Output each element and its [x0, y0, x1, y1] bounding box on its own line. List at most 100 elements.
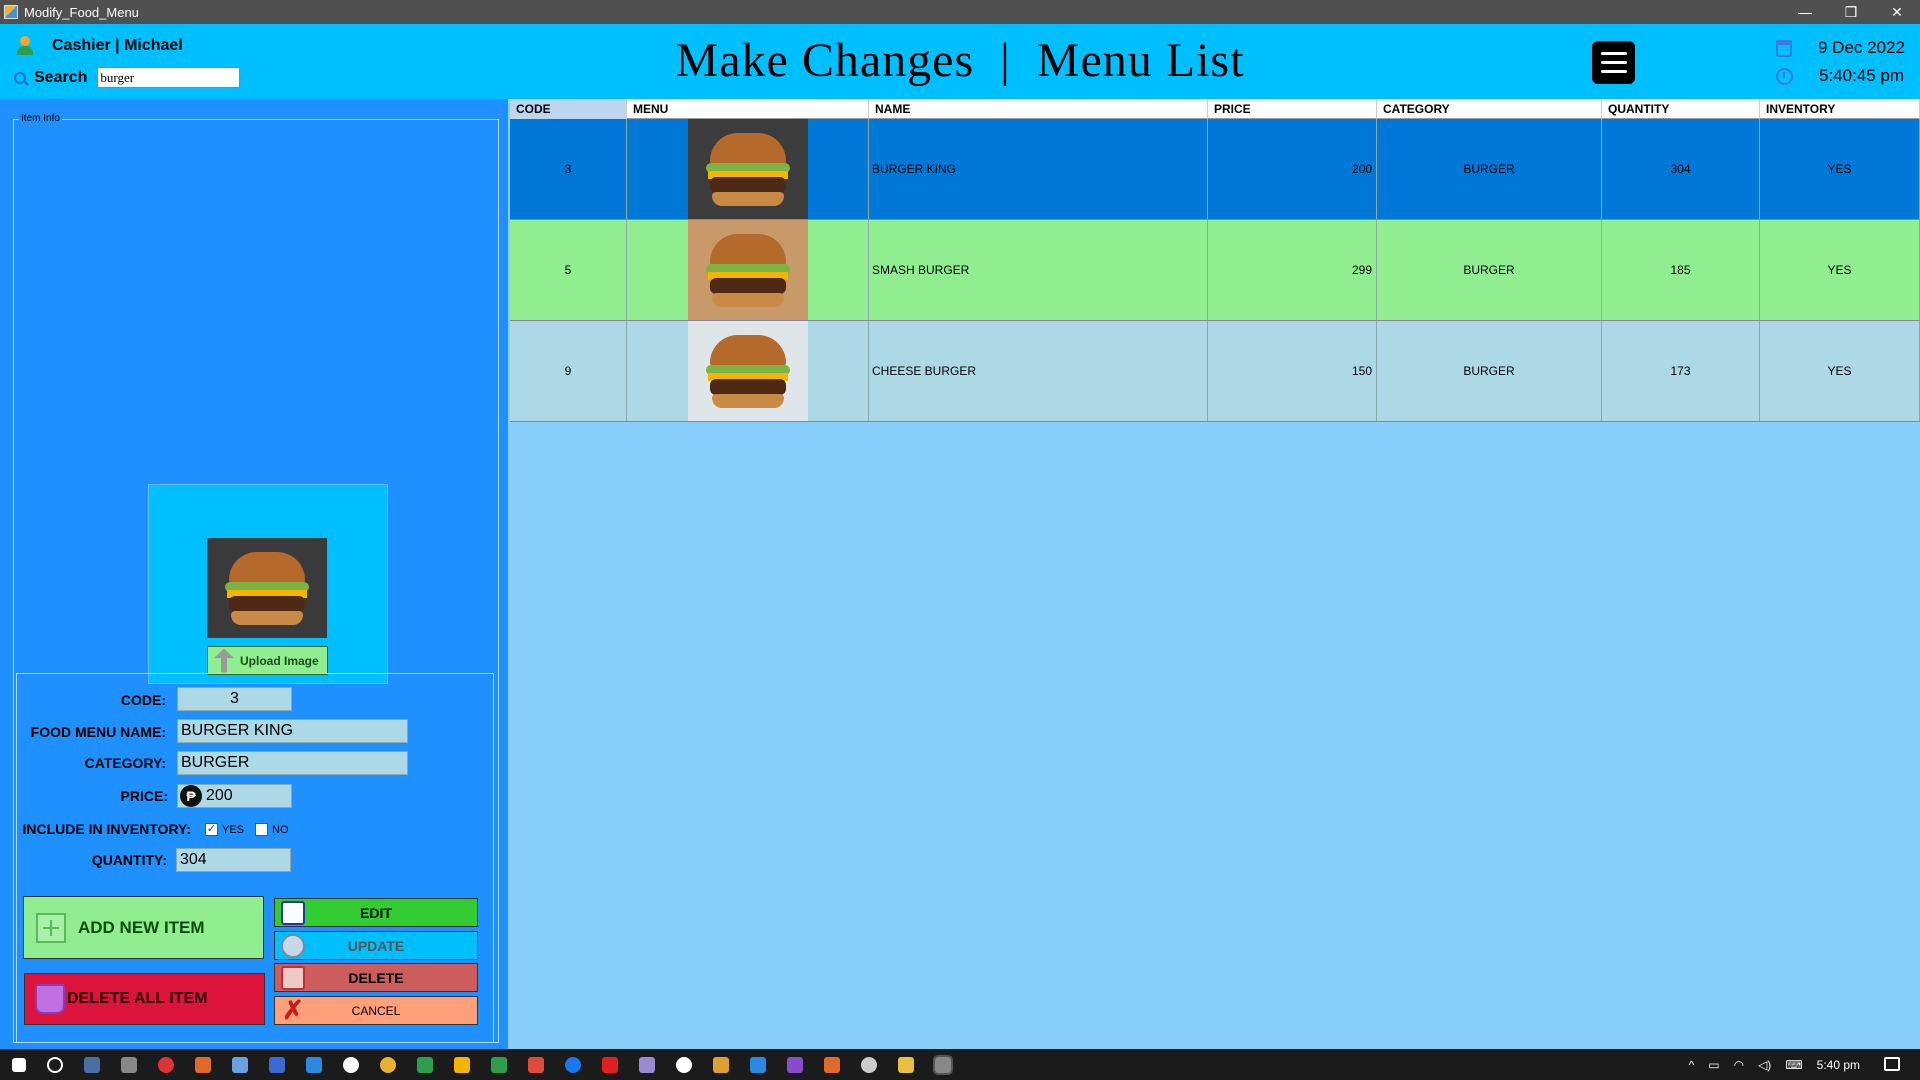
date-text: 9 Dec 2022: [1818, 38, 1905, 57]
wifi-icon[interactable]: ◠: [1734, 1058, 1744, 1072]
keyboard-icon[interactable]: ⌨: [1785, 1058, 1802, 1072]
facebook-taskbar-icon[interactable]: [565, 1056, 581, 1073]
cell-price: 200: [1208, 119, 1377, 219]
edit-label: EDIT: [360, 904, 392, 921]
quantity-field[interactable]: 304: [176, 848, 291, 872]
vscode-taskbar-icon[interactable]: [750, 1056, 766, 1073]
cell-name: BURGER KING: [869, 119, 1208, 219]
menu-list-table: CODE MENU NAME PRICE CATEGORY QUANTITY I…: [510, 99, 1920, 1049]
cell-name: SMASH BURGER: [869, 220, 1208, 320]
app-taskbar-icon[interactable]: [269, 1056, 285, 1073]
window-title: Modify_Food_Menu: [24, 4, 139, 20]
app-taskbar-icon[interactable]: [713, 1056, 729, 1073]
category-label: CATEGORY:: [84, 755, 166, 771]
table-row[interactable]: 9 CHEESE BURGER 150 BURGER 173 YES: [510, 321, 1920, 422]
inventory-no-checkbox[interactable]: NO: [255, 823, 289, 836]
drive-taskbar-icon[interactable]: [454, 1056, 470, 1073]
price-value: 200: [206, 787, 233, 804]
column-header-name[interactable]: NAME: [869, 99, 1208, 119]
item-edit-panel: Item Info Upload Image CODE: 3 FOOD MENU…: [0, 99, 508, 1049]
google-taskbar-icon[interactable]: [343, 1056, 359, 1073]
checkbox-checked-icon: ✓: [205, 823, 218, 836]
add-new-item-button[interactable]: ADD NEW ITEM: [23, 896, 264, 959]
app-taskbar-icon[interactable]: [84, 1056, 100, 1073]
pencil-icon: [281, 900, 305, 925]
price-label: PRICE:: [120, 788, 168, 804]
code-field[interactable]: 3: [177, 687, 292, 711]
file-explorer-taskbar-icon[interactable]: [898, 1056, 914, 1073]
column-header-price[interactable]: PRICE: [1208, 99, 1377, 119]
youtube-taskbar-icon[interactable]: [602, 1056, 618, 1073]
window-title-bar: Modify_Food_Menu — ❐ ✕: [0, 0, 1920, 24]
cell-inventory: YES: [1760, 119, 1920, 219]
delete-label: DELETE: [348, 969, 404, 986]
hamburger-menu-button[interactable]: [1592, 41, 1635, 84]
column-header-menu[interactable]: MENU: [627, 99, 869, 119]
calendar-icon: [1776, 39, 1792, 57]
volume-icon[interactable]: ◁): [1758, 1058, 1771, 1072]
taskbar-clock[interactable]: 5:40 pm: [1817, 1058, 1860, 1072]
delete-all-item-button[interactable]: DELETE ALL ITEM: [24, 973, 265, 1025]
cell-quantity: 185: [1602, 220, 1760, 320]
battery-icon[interactable]: ▭: [1708, 1058, 1719, 1072]
chrome-taskbar-icon[interactable]: [380, 1056, 396, 1073]
clock-icon: [1776, 67, 1793, 85]
close-button[interactable]: ✕: [1874, 0, 1920, 24]
food-name-field[interactable]: BURGER KING: [177, 719, 408, 743]
app-taskbar-icon[interactable]: [824, 1056, 840, 1073]
system-tray: ^ ▭ ◠ ◁) ⌨ 5:40 pm: [1689, 1049, 1860, 1080]
chevron-up-icon[interactable]: ^: [1689, 1058, 1695, 1072]
window-controls: — ❐ ✕: [1782, 0, 1920, 24]
start-windows-icon[interactable]: [12, 1057, 26, 1072]
cell-menu-image: [627, 119, 869, 219]
cell-category: BURGER: [1377, 220, 1602, 320]
price-field[interactable]: ₱ 200: [177, 784, 292, 808]
edit-button[interactable]: EDIT: [274, 898, 478, 927]
cancel-label: CANCEL: [351, 1003, 401, 1018]
settings-taskbar-icon[interactable]: [861, 1056, 877, 1073]
column-header-inventory[interactable]: INVENTORY: [1760, 99, 1920, 119]
update-button[interactable]: UPDATE: [274, 931, 478, 960]
app-taskbar-icon[interactable]: [639, 1056, 655, 1073]
smash-burger-image: [687, 220, 808, 320]
time-display: 5:40:45 pm: [1776, 66, 1904, 86]
cell-quantity: 304: [1602, 119, 1760, 219]
visual-studio-taskbar-icon[interactable]: [787, 1056, 803, 1073]
category-field[interactable]: BURGER: [177, 751, 408, 775]
app-taskbar-icon[interactable]: [232, 1056, 248, 1073]
inventory-yes-label: YES: [222, 823, 245, 836]
search-taskbar-icon[interactable]: [47, 1056, 63, 1073]
upload-image-button[interactable]: Upload Image: [207, 646, 328, 675]
refresh-icon: [281, 933, 305, 958]
column-header-quantity[interactable]: QUANTITY: [1602, 99, 1760, 119]
app-taskbar-icon[interactable]: [417, 1056, 433, 1073]
active-app-taskbar-icon[interactable]: [933, 1054, 953, 1075]
table-row[interactable]: 3 BURGER KING 200 BURGER 304 YES: [510, 119, 1920, 220]
app-taskbar-icon[interactable]: [121, 1056, 137, 1073]
inventory-no-label: NO: [272, 823, 289, 836]
column-header-category[interactable]: CATEGORY: [1377, 99, 1602, 119]
cell-menu-image: [627, 220, 869, 320]
hamburger-line: [1600, 61, 1627, 64]
table-row[interactable]: 5 SMASH BURGER 299 BURGER 185 YES: [510, 220, 1920, 321]
app-taskbar-icon[interactable]: [491, 1056, 507, 1073]
cell-inventory: YES: [1760, 220, 1920, 320]
minimize-button[interactable]: —: [1782, 0, 1828, 24]
food-name-label: FOOD MENU NAME:: [30, 724, 166, 740]
code-label: CODE:: [120, 692, 166, 708]
todo-taskbar-icon[interactable]: [306, 1056, 322, 1073]
notification-icon[interactable]: [1884, 1057, 1900, 1071]
column-header-code[interactable]: CODE: [510, 99, 627, 119]
app-taskbar-icon[interactable]: [195, 1056, 211, 1073]
burger-king-image: [687, 119, 808, 219]
cancel-button[interactable]: ✗ CANCEL: [274, 996, 478, 1025]
cell-name: CHEESE BURGER: [869, 321, 1208, 421]
x-cancel-icon: ✗: [282, 994, 304, 1025]
hamburger-line: [1600, 52, 1627, 55]
delete-button[interactable]: DELETE: [274, 963, 478, 992]
record-taskbar-icon[interactable]: [158, 1056, 174, 1073]
inventory-yes-checkbox[interactable]: ✓ YES: [205, 823, 244, 836]
restore-button[interactable]: ❐: [1828, 0, 1874, 24]
app-taskbar-icon[interactable]: [676, 1056, 692, 1073]
gmail-taskbar-icon[interactable]: [528, 1056, 544, 1073]
